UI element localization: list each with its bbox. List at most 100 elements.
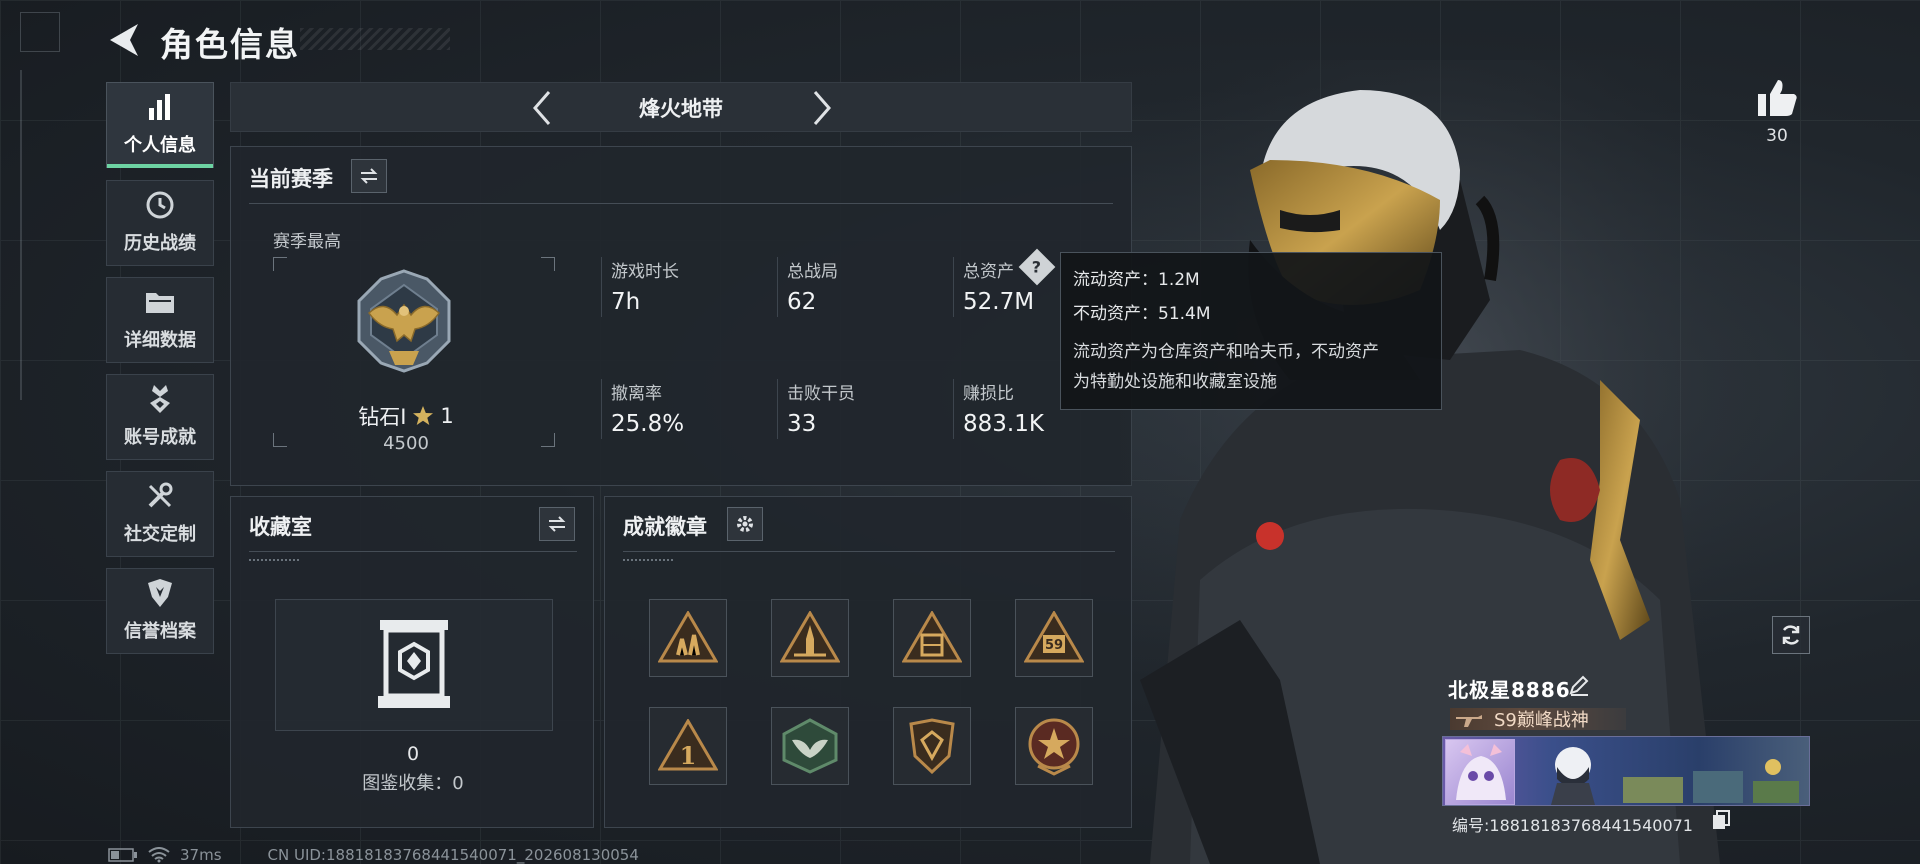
divider bbox=[601, 379, 602, 439]
divider bbox=[953, 379, 954, 439]
stat-value: 33 bbox=[787, 411, 817, 437]
stat-value: 883.1K bbox=[963, 411, 1044, 437]
battery-icon bbox=[108, 848, 137, 862]
corner-decoration bbox=[20, 12, 60, 52]
player-name: 北极星8886 bbox=[1448, 678, 1571, 702]
sidebar-item-personal-info[interactable]: 个人信息 bbox=[106, 82, 214, 168]
sidebar-item-label: 账号成就 bbox=[124, 427, 196, 448]
crate-triangle-badge-icon bbox=[902, 611, 962, 663]
badge-star-roundel[interactable] bbox=[1015, 707, 1093, 785]
sidebar-item-history[interactable]: 历史战绩 bbox=[106, 180, 214, 266]
banner-scene-icon bbox=[1623, 759, 1799, 803]
achievements-settings-button[interactable] bbox=[727, 507, 763, 541]
wings-hexagon-badge-icon bbox=[782, 718, 838, 774]
tooltip-desc-line1: 流动资产为仓库资产和哈夫币，不动资产 bbox=[1073, 342, 1379, 362]
achievements-panel: 成就徽章 59 1 bbox=[604, 496, 1132, 828]
rifle-icon bbox=[1456, 715, 1482, 727]
frame-corner bbox=[273, 433, 287, 447]
badge-gem-shield[interactable] bbox=[893, 707, 971, 785]
badge-1-text: 1 bbox=[680, 741, 697, 770]
badge-number-1[interactable]: 1 bbox=[649, 707, 727, 785]
stat-value: 25.8% bbox=[611, 411, 685, 437]
clock-icon bbox=[145, 191, 175, 219]
medal-icon bbox=[145, 385, 175, 413]
divider bbox=[953, 257, 954, 317]
season-panel: 当前赛季 赛季最高 钻石I 1 4500 游戏时长 7h 总战局 62 总资产 … bbox=[230, 146, 1132, 486]
title-stripe-decoration bbox=[300, 28, 450, 50]
collection-showcase[interactable] bbox=[275, 599, 553, 731]
copy-icon[interactable] bbox=[1712, 810, 1730, 830]
page-title: 角色信息 bbox=[160, 25, 300, 64]
avatar[interactable] bbox=[1445, 739, 1515, 805]
sidebar-item-label: 历史战绩 bbox=[124, 233, 196, 254]
catalog-progress: 图鉴收集：0 bbox=[362, 773, 464, 794]
frame-corner bbox=[541, 257, 555, 271]
rocket-triangle-badge-icon bbox=[780, 611, 840, 663]
stat-value: 7h bbox=[611, 289, 641, 315]
soldiers-triangle-badge-icon bbox=[658, 611, 718, 663]
sidebar-item-social-custom[interactable]: 社交定制 bbox=[106, 471, 214, 557]
badge-crate[interactable] bbox=[893, 599, 971, 677]
divider bbox=[601, 257, 602, 317]
stat-label: 击败干员 bbox=[787, 384, 855, 404]
sidebar-item-credit-record[interactable]: 信誉档案 bbox=[106, 568, 214, 654]
collection-switch-button[interactable] bbox=[539, 507, 575, 541]
divider-dots bbox=[623, 559, 673, 561]
swap-icon bbox=[360, 168, 378, 184]
rank-name: 钻石I bbox=[358, 405, 407, 429]
sidebar-item-account-achievement[interactable]: 账号成就 bbox=[106, 374, 214, 460]
banner-character-icon bbox=[1551, 747, 1595, 805]
frame-corner bbox=[541, 433, 555, 447]
thumbs-up-icon[interactable] bbox=[1756, 78, 1800, 118]
mode-name: 烽火地带 bbox=[639, 97, 723, 121]
tooltip-fixed: 不动资产：51.4M bbox=[1073, 304, 1211, 324]
number-1-triangle-badge-icon: 1 bbox=[658, 719, 718, 771]
badge-59-text: 59 bbox=[1045, 638, 1063, 653]
player-card-banner[interactable] bbox=[1442, 736, 1810, 806]
sidebar-item-label: 个人信息 bbox=[124, 135, 196, 156]
bar-chart-icon bbox=[145, 93, 175, 121]
player-id: 编号:18818183768441540071 bbox=[1452, 816, 1693, 835]
refresh-button[interactable] bbox=[1772, 616, 1810, 654]
divider bbox=[249, 551, 577, 552]
tooltip-desc-line2: 为特勤处设施和收藏室设施 bbox=[1073, 372, 1277, 392]
star-icon bbox=[413, 406, 434, 425]
mode-selector: 烽火地带 bbox=[230, 82, 1132, 132]
shield-icon bbox=[145, 579, 175, 607]
badge-59[interactable]: 59 bbox=[1015, 599, 1093, 677]
gem-shield-badge-icon bbox=[909, 718, 955, 774]
stat-value: 62 bbox=[787, 289, 817, 315]
rank-row: 钻石I 1 bbox=[311, 401, 501, 431]
badge-soldiers[interactable] bbox=[649, 599, 727, 677]
number-59-triangle-badge-icon: 59 bbox=[1024, 611, 1084, 663]
player-title: S9巅峰战神 bbox=[1494, 710, 1589, 731]
tooltip-liquid: 流动资产：1.2M bbox=[1073, 270, 1200, 290]
stat-value: 52.7M bbox=[963, 289, 1035, 315]
back-arrow-icon[interactable] bbox=[106, 22, 146, 58]
stat-label: 游戏时长 bbox=[611, 262, 679, 282]
tools-icon bbox=[145, 482, 175, 510]
refresh-icon bbox=[1782, 625, 1800, 645]
edge-line-decoration bbox=[20, 70, 22, 400]
stat-label: 总资产 bbox=[963, 262, 1014, 282]
ping: 37ms bbox=[180, 846, 222, 864]
badge-wings[interactable] bbox=[771, 707, 849, 785]
assets-tooltip: 流动资产：1.2M 不动资产：51.4M 流动资产为仓库资产和哈夫币，不动资产 … bbox=[1060, 252, 1442, 410]
diamond-rank-emblem-icon bbox=[357, 269, 451, 373]
edit-pencil-icon[interactable] bbox=[1568, 674, 1590, 696]
frame-corner bbox=[273, 257, 287, 271]
chevron-right-icon[interactable] bbox=[801, 88, 841, 128]
divider bbox=[249, 203, 1113, 204]
divider-dots bbox=[249, 559, 299, 561]
status-bar: 37ms CN UID:18818183768441540071_2026081… bbox=[108, 846, 639, 864]
swap-icon bbox=[548, 516, 566, 532]
stat-label: 撤离率 bbox=[611, 384, 662, 404]
stat-label: 赚损比 bbox=[963, 384, 1014, 404]
star-roundel-badge-icon bbox=[1028, 718, 1080, 776]
sidebar-item-label: 信誉档案 bbox=[124, 621, 196, 642]
badge-rocket[interactable] bbox=[771, 599, 849, 677]
season-switch-button[interactable] bbox=[351, 159, 387, 193]
sidebar-item-detailed-data[interactable]: 详细数据 bbox=[106, 277, 214, 363]
season-title: 当前赛季 bbox=[249, 167, 333, 191]
sidebar-item-label: 详细数据 bbox=[124, 330, 196, 351]
